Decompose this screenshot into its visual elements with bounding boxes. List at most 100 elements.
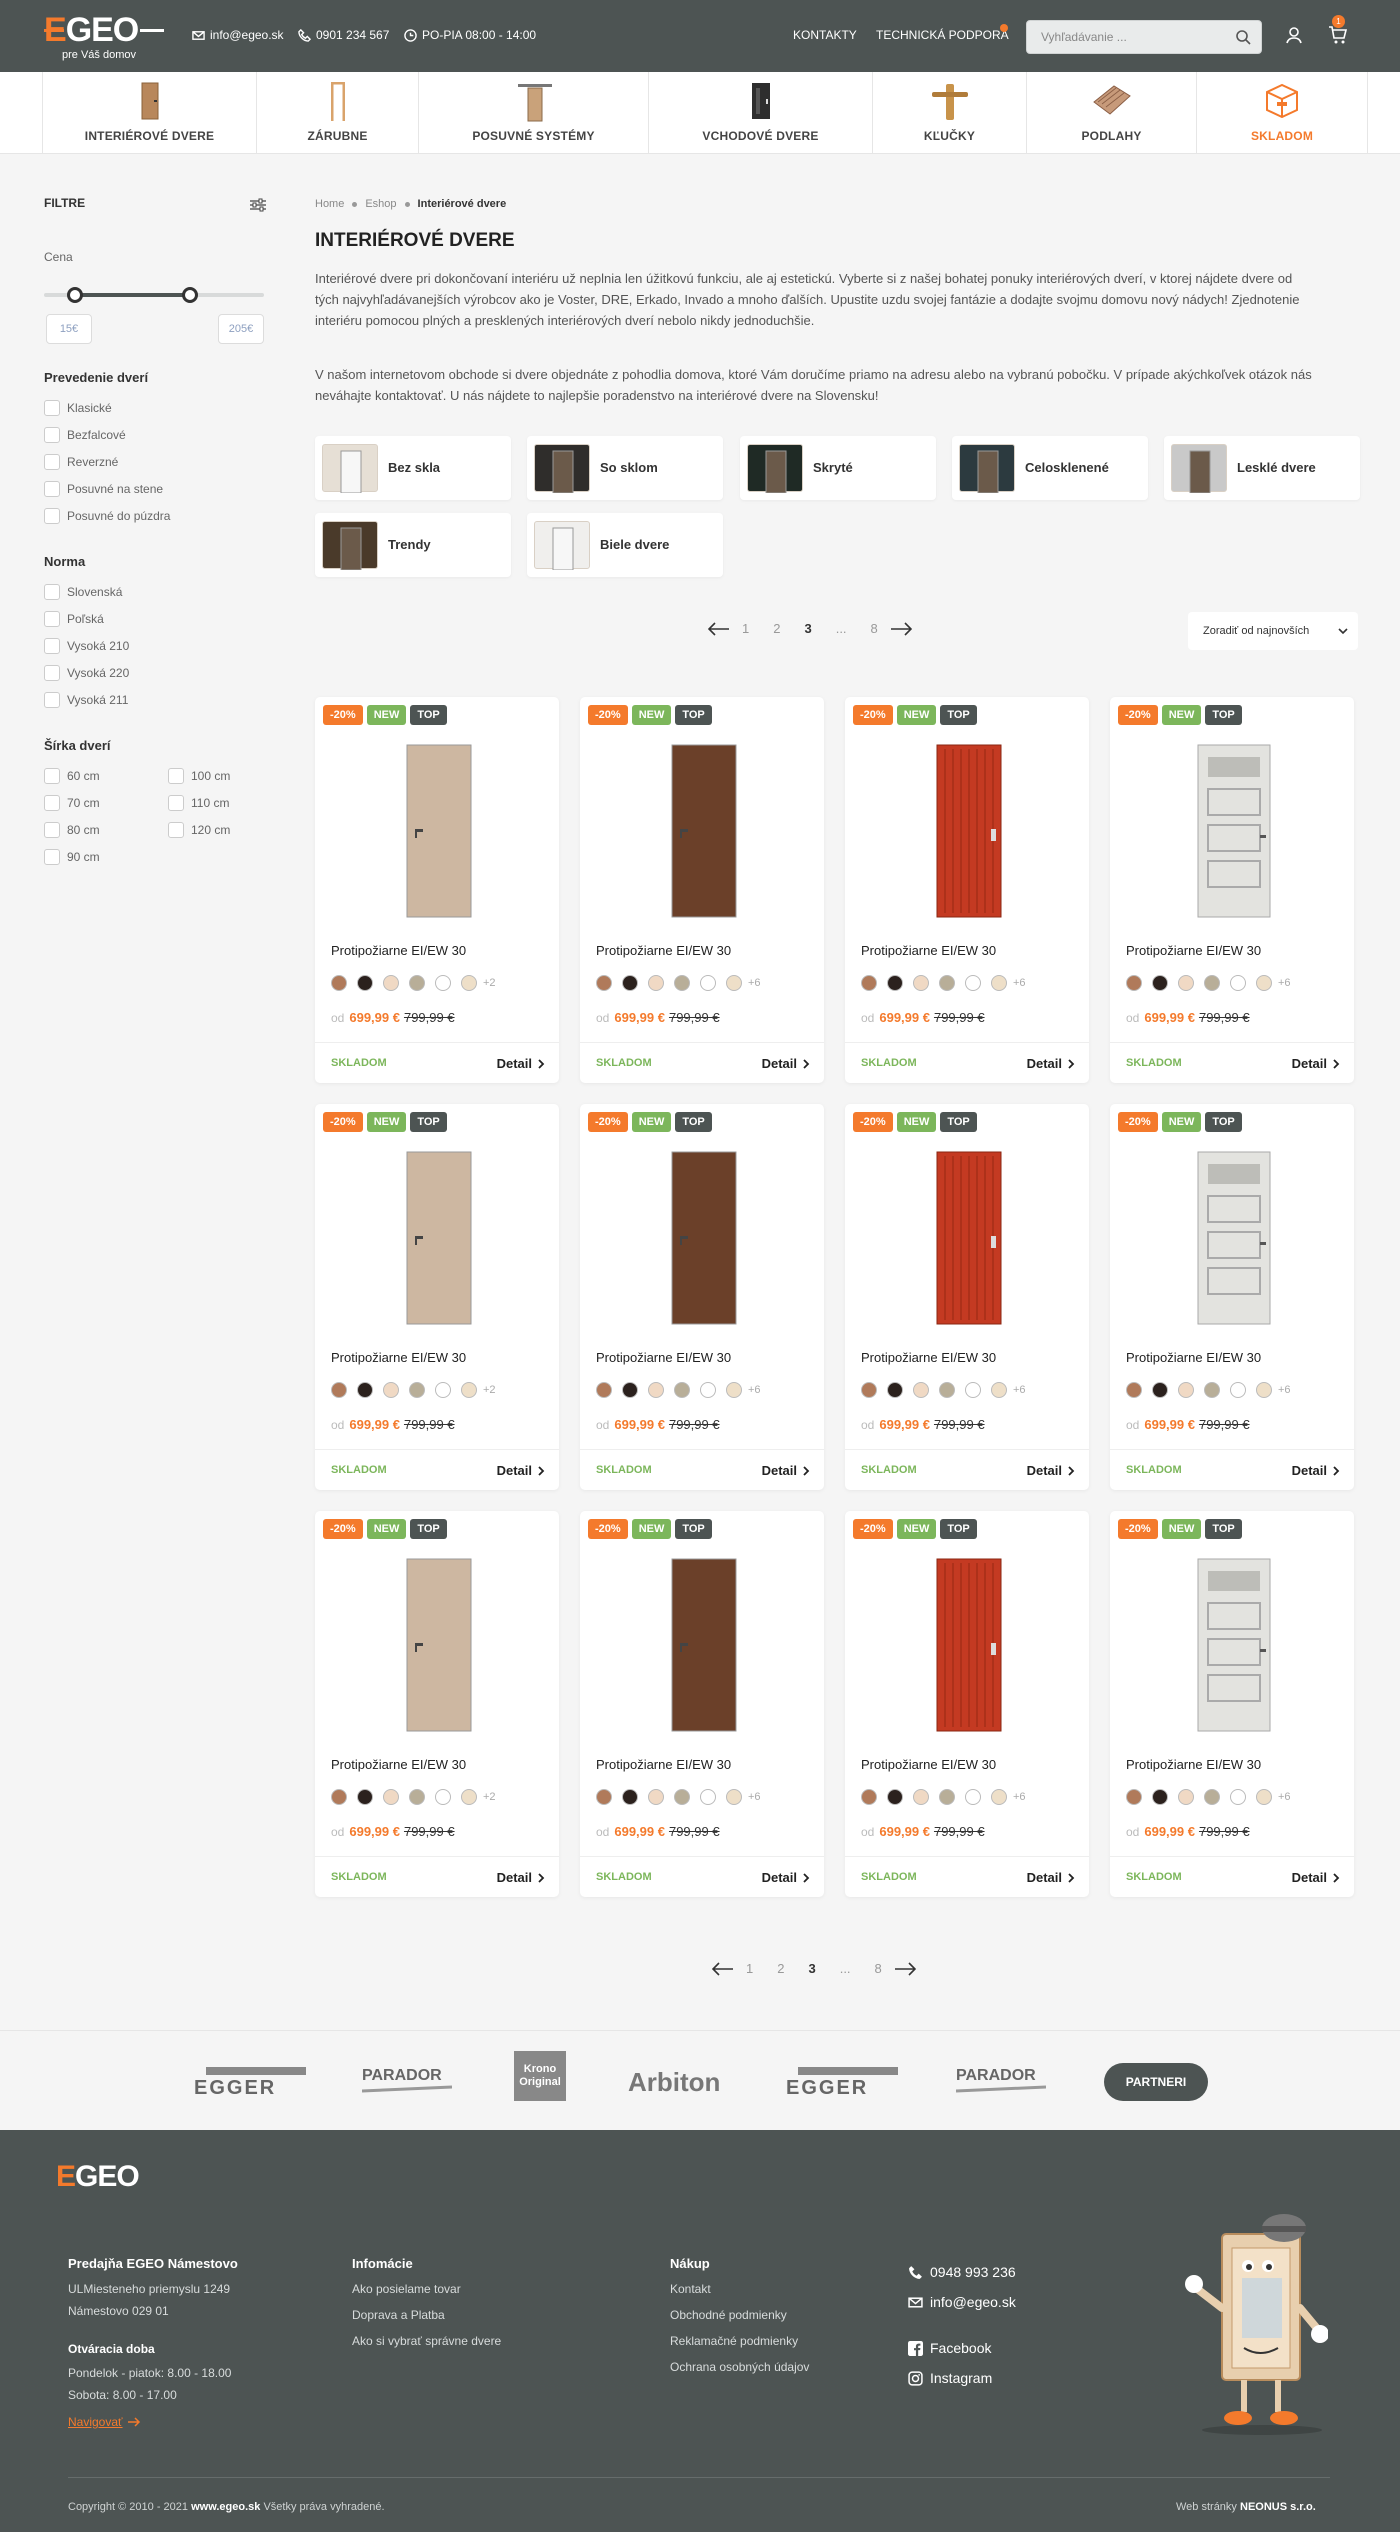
search-icon[interactable] — [1235, 29, 1251, 45]
more-colors[interactable]: +6 — [1013, 977, 1026, 989]
color-swatch[interactable] — [887, 1789, 903, 1805]
color-swatch[interactable] — [887, 1382, 903, 1398]
color-swatch[interactable] — [331, 1789, 347, 1805]
arrow-left-icon[interactable] — [708, 621, 730, 636]
color-swatch[interactable] — [913, 1789, 929, 1805]
page-link[interactable]: 8 — [875, 1961, 882, 1976]
detail-button[interactable]: Detail — [1027, 1056, 1075, 1071]
footer-email[interactable]: info@egeo.sk — [908, 2294, 1016, 2310]
color-swatch[interactable] — [991, 975, 1007, 991]
filter-checkbox[interactable]: 80 cm — [44, 822, 100, 838]
price-range-slider[interactable] — [44, 287, 264, 303]
arrow-left-icon[interactable] — [712, 1961, 734, 1976]
product-name[interactable]: Protipožiarne EI/EW 30 — [596, 1350, 731, 1365]
color-swatch[interactable] — [913, 1382, 929, 1398]
price-min-field[interactable]: 15€ — [46, 314, 92, 344]
filter-checkbox[interactable]: 120 cm — [168, 822, 230, 838]
color-swatch[interactable] — [1204, 1382, 1220, 1398]
filter-checkbox[interactable]: Bezfalcové — [44, 427, 126, 443]
color-swatch[interactable] — [648, 1382, 664, 1398]
color-swatch[interactable] — [357, 975, 373, 991]
more-colors[interactable]: +6 — [748, 977, 761, 989]
partners-button[interactable]: PARTNERI — [1104, 2063, 1208, 2101]
color-swatch[interactable] — [1230, 1382, 1246, 1398]
navigate-link[interactable]: Navigovať — [68, 2415, 141, 2429]
filter-checkbox[interactable]: Vysoká 211 — [44, 692, 128, 708]
filter-checkbox[interactable]: Vysoká 220 — [44, 665, 129, 681]
partner-logo-parador[interactable]: PARADOR — [956, 2067, 1046, 2093]
partner-logo-arbiton[interactable]: Arbiton — [628, 2067, 720, 2098]
subcategory-tile[interactable]: Lesklé dvere — [1164, 436, 1360, 500]
breadcrumb-eshop[interactable]: Eshop — [365, 198, 396, 210]
category-interior-doors[interactable]: INTERIÉROVÉ DVERE — [42, 72, 256, 154]
page-link[interactable]: 1 — [746, 1961, 753, 1976]
footer-link[interactable]: Ako si vybrať správne dvere — [352, 2334, 501, 2348]
color-swatch[interactable] — [991, 1789, 1007, 1805]
product-card[interactable]: -20% NEW TOP Protipožiarne EI/EW 30 +6 od 699,… — [1110, 1511, 1354, 1897]
product-image[interactable] — [921, 1557, 1017, 1733]
filter-checkbox[interactable]: 70 cm — [44, 795, 100, 811]
more-colors[interactable]: +6 — [1278, 1791, 1291, 1803]
color-swatch[interactable] — [861, 1382, 877, 1398]
color-swatch[interactable] — [461, 1789, 477, 1805]
color-swatch[interactable] — [887, 975, 903, 991]
product-card[interactable]: -20% NEW TOP Protipožiarne EI/EW 30 +6 od 699,… — [845, 1104, 1089, 1490]
detail-button[interactable]: Detail — [762, 1463, 810, 1478]
footer-logo[interactable]: EGEO — [56, 2160, 140, 2194]
color-swatch[interactable] — [913, 975, 929, 991]
detail-button[interactable]: Detail — [1292, 1870, 1340, 1885]
product-image[interactable] — [391, 1557, 487, 1733]
detail-button[interactable]: Detail — [1292, 1056, 1340, 1071]
color-swatch[interactable] — [726, 1382, 742, 1398]
footer-link[interactable]: Obchodné podmienky — [670, 2308, 787, 2322]
product-card[interactable]: -20% NEW TOP Protipožiarne EI/EW 30 +6 od 699,… — [1110, 697, 1354, 1083]
arrow-right-icon[interactable] — [894, 1961, 916, 1976]
color-swatch[interactable] — [1230, 1789, 1246, 1805]
color-swatch[interactable] — [409, 1789, 425, 1805]
nav-contacts[interactable]: KONTAKTY — [793, 28, 857, 42]
product-card[interactable]: -20% NEW TOP Protipožiarne EI/EW 30 +2 od 699,… — [315, 1104, 559, 1490]
product-image[interactable] — [656, 1150, 752, 1326]
color-swatch[interactable] — [1230, 975, 1246, 991]
partner-logo-krono[interactable]: Krono Original — [514, 2051, 566, 2101]
product-card[interactable]: -20% NEW TOP Protipožiarne EI/EW 30 +2 od 699,… — [315, 1511, 559, 1897]
color-swatch[interactable] — [435, 1382, 451, 1398]
detail-button[interactable]: Detail — [497, 1463, 545, 1478]
arrow-right-icon[interactable] — [890, 621, 912, 636]
color-swatch[interactable] — [383, 1382, 399, 1398]
header-phone[interactable]: 0901 234 567 — [298, 28, 389, 42]
category-in-stock[interactable]: SKLADOM — [1196, 72, 1368, 154]
partner-logo-parador[interactable]: PARADOR — [362, 2067, 452, 2093]
color-swatch[interactable] — [674, 975, 690, 991]
filter-checkbox[interactable]: Slovenská — [44, 584, 122, 600]
color-swatch[interactable] — [383, 975, 399, 991]
color-swatch[interactable] — [1152, 975, 1168, 991]
category-door-handles[interactable]: KĽUČKY — [872, 72, 1026, 154]
subcategory-tile[interactable]: Skryté — [740, 436, 936, 500]
product-card[interactable]: -20% NEW TOP Protipožiarne EI/EW 30 +6 od 699,… — [1110, 1104, 1354, 1490]
filter-checkbox[interactable]: 110 cm — [168, 795, 229, 811]
subcategory-tile[interactable]: Biele dvere — [527, 513, 723, 577]
detail-button[interactable]: Detail — [1292, 1463, 1340, 1478]
sort-select[interactable]: Zoradiť od najnovších — [1188, 612, 1358, 650]
page-link-current[interactable]: 3 — [808, 1961, 815, 1976]
subcategory-tile[interactable]: Bez skla — [315, 436, 511, 500]
category-sliding-systems[interactable]: POSUVNÉ SYSTÉMY — [418, 72, 648, 154]
color-swatch[interactable] — [1178, 975, 1194, 991]
more-colors[interactable]: +6 — [748, 1384, 761, 1396]
color-swatch[interactable] — [726, 1789, 742, 1805]
color-swatch[interactable] — [461, 975, 477, 991]
detail-button[interactable]: Detail — [1027, 1870, 1075, 1885]
color-swatch[interactable] — [1256, 1789, 1272, 1805]
color-swatch[interactable] — [1178, 1382, 1194, 1398]
user-icon[interactable] — [1284, 25, 1304, 45]
more-colors[interactable]: +2 — [483, 1384, 496, 1396]
filter-checkbox[interactable]: 100 cm — [168, 768, 230, 784]
color-swatch[interactable] — [700, 975, 716, 991]
color-swatch[interactable] — [726, 975, 742, 991]
color-swatch[interactable] — [939, 1382, 955, 1398]
footer-phone[interactable]: 0948 993 236 — [908, 2264, 1016, 2280]
color-swatch[interactable] — [991, 1382, 1007, 1398]
color-swatch[interactable] — [435, 1789, 451, 1805]
color-swatch[interactable] — [939, 975, 955, 991]
